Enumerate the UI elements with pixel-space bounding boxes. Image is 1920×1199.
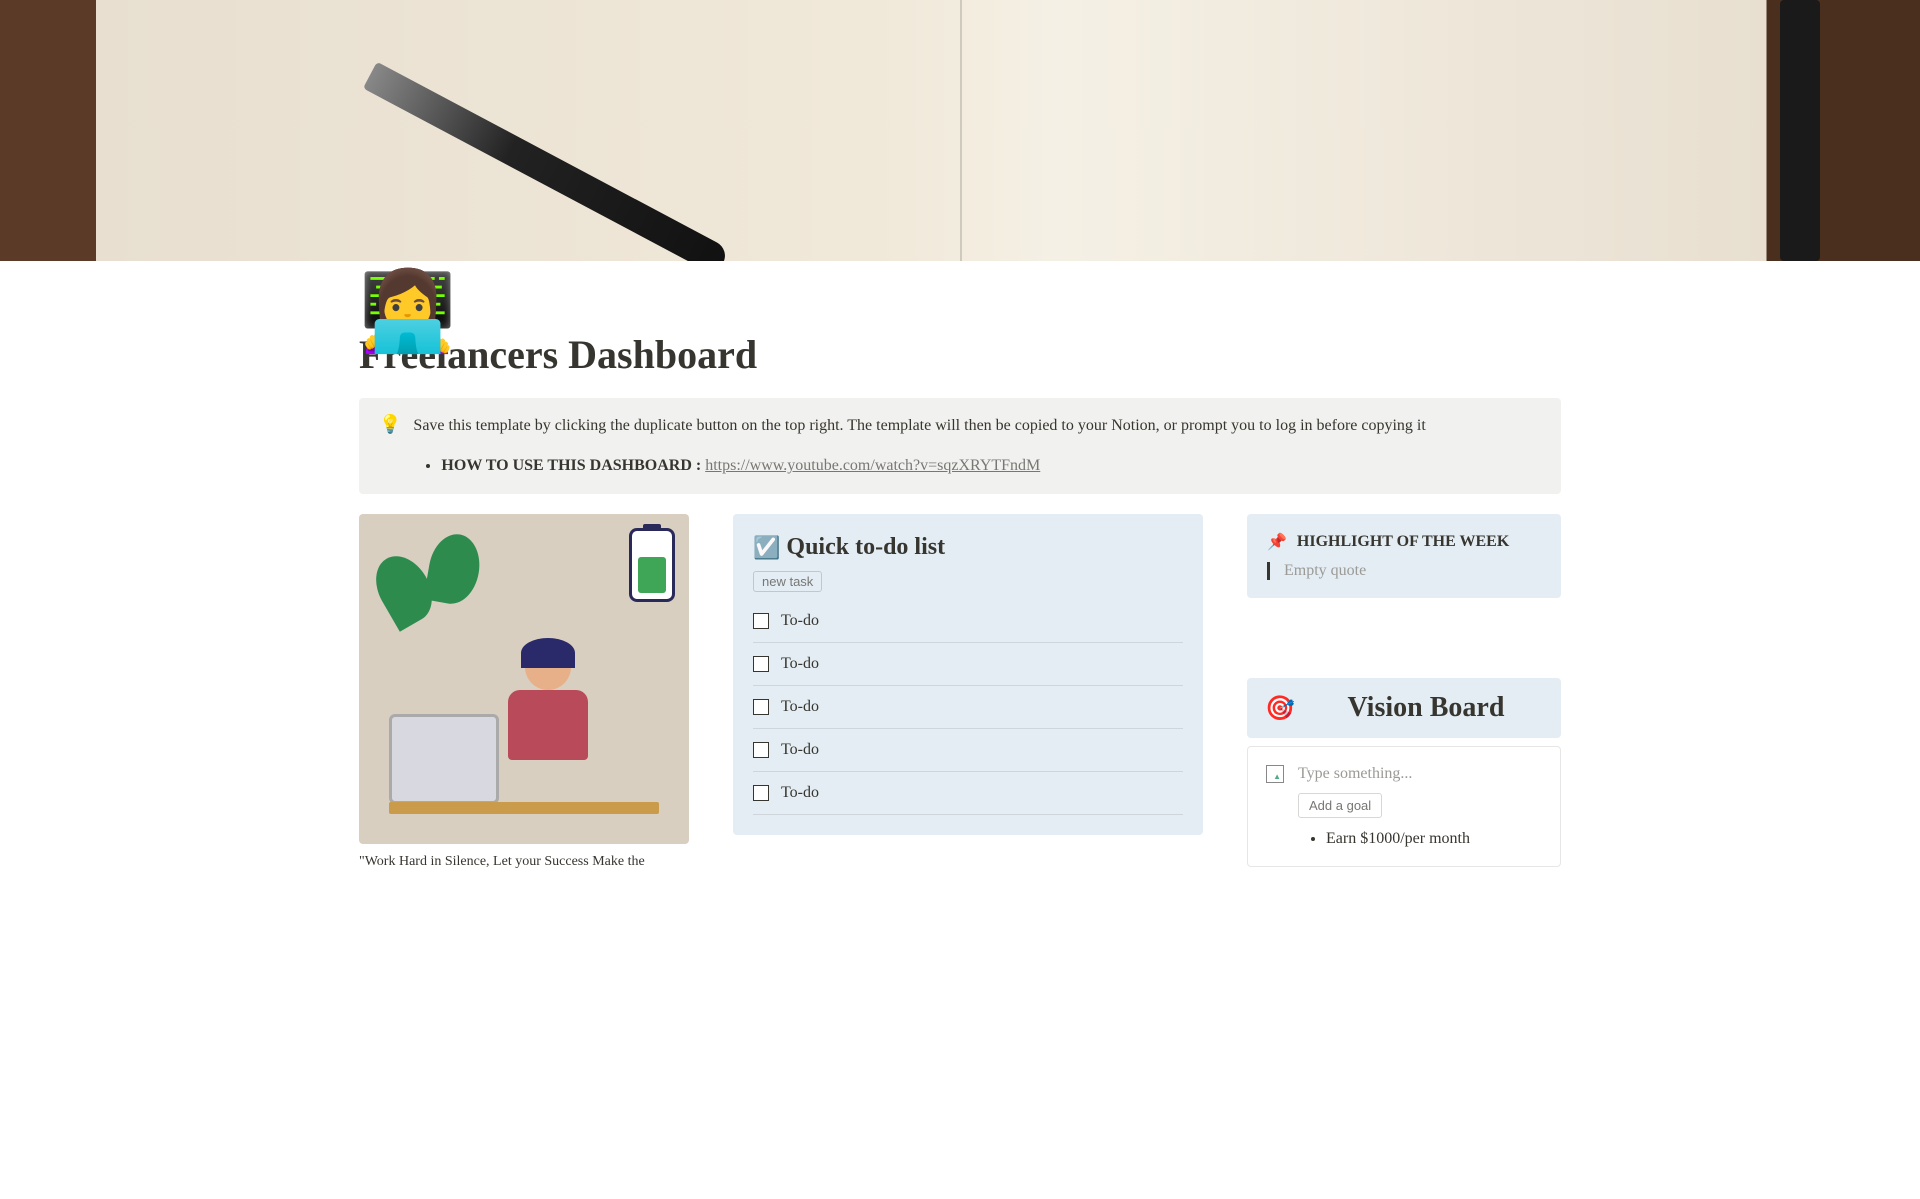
page-icon[interactable]: 👩‍💻	[359, 273, 437, 351]
lightbulb-icon: 💡	[379, 414, 401, 478]
todo-checkbox[interactable]	[753, 785, 769, 801]
cover-image	[0, 0, 1920, 261]
todo-checkbox[interactable]	[753, 613, 769, 629]
todo-item[interactable]: To-do	[753, 686, 1183, 729]
todo-panel: ☑️ Quick to-do list new task To-do To-do T…	[733, 514, 1203, 835]
add-goal-button[interactable]: Add a goal	[1298, 793, 1382, 818]
target-icon: 🎯	[1265, 694, 1295, 723]
broken-image-icon	[1266, 765, 1284, 783]
vision-placeholder[interactable]: Type something...	[1298, 765, 1542, 783]
howto-label: HOW TO USE THIS DASHBOARD :	[441, 457, 701, 474]
checkbox-icon: ☑️	[753, 535, 780, 561]
todo-label: To-do	[781, 698, 819, 716]
illustration-image[interactable]	[359, 514, 689, 844]
new-task-button[interactable]: new task	[753, 571, 822, 592]
callout-howto-item: HOW TO USE THIS DASHBOARD : https://www.…	[441, 454, 1541, 478]
callout-text: Save this template by clicking the dupli…	[413, 414, 1541, 438]
page-title[interactable]: Freelancers Dashboard	[359, 331, 1561, 378]
todo-checkbox[interactable]	[753, 742, 769, 758]
todo-item[interactable]: To-do	[753, 600, 1183, 643]
cover-pen	[363, 62, 730, 261]
todo-item[interactable]: To-do	[753, 729, 1183, 772]
todo-label: To-do	[781, 784, 819, 802]
todo-item[interactable]: To-do	[753, 772, 1183, 815]
howto-link[interactable]: https://www.youtube.com/watch?v=sqzXRYTF…	[705, 457, 1040, 474]
highlight-quote[interactable]: Empty quote	[1267, 562, 1541, 580]
todo-label: To-do	[781, 655, 819, 673]
vision-heading[interactable]: Vision Board	[1309, 692, 1543, 724]
todo-checkbox[interactable]	[753, 699, 769, 715]
cover-marker	[1780, 0, 1820, 261]
vision-header: 🎯 Vision Board	[1247, 678, 1561, 738]
vision-goal-item[interactable]: Earn $1000/per month	[1326, 830, 1542, 848]
highlight-panel: 📌 HIGHLIGHT OF THE WEEK Empty quote	[1247, 514, 1561, 598]
vision-body: Type something... Add a goal Earn $1000/…	[1247, 746, 1561, 867]
highlight-title-text: HIGHLIGHT OF THE WEEK	[1297, 533, 1509, 551]
todo-heading[interactable]: ☑️ Quick to-do list	[753, 534, 1183, 561]
todo-label: To-do	[781, 612, 819, 630]
todo-heading-text: Quick to-do list	[786, 534, 945, 561]
callout-block[interactable]: 💡 Save this template by clicking the dup…	[359, 398, 1561, 494]
todo-checkbox[interactable]	[753, 656, 769, 672]
illustration-caption: "Work Hard in Silence, Let your Success …	[359, 852, 689, 872]
todo-label: To-do	[781, 741, 819, 759]
todo-item[interactable]: To-do	[753, 643, 1183, 686]
pushpin-icon: 📌	[1267, 532, 1287, 552]
